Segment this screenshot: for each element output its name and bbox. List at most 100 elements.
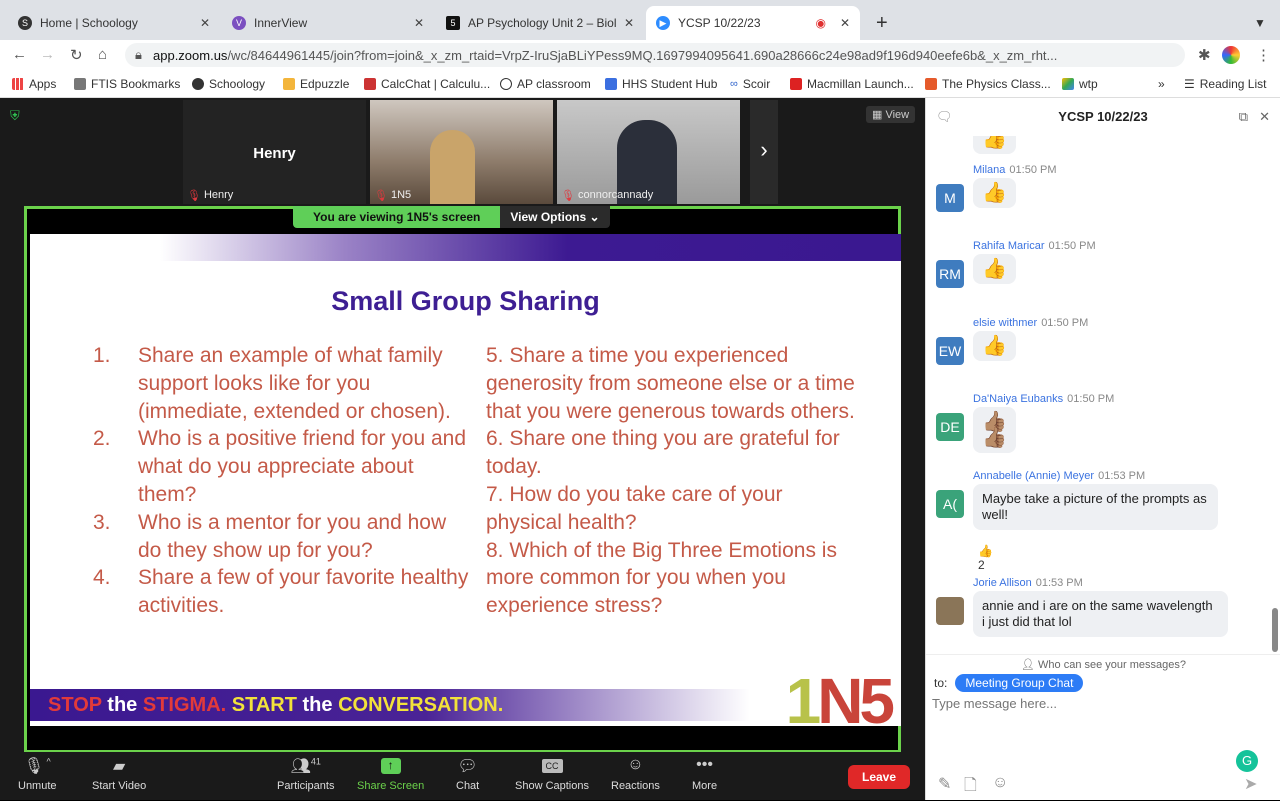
chat-bubbles-icon: 🗨︎ — [936, 109, 953, 124]
bookmark-edpuzzle[interactable]: Edpuzzle — [283, 77, 349, 91]
reactions-button[interactable]: ☺ Reactions — [611, 756, 660, 792]
folder-icon — [74, 78, 86, 90]
tab-innerview[interactable]: V InnerView ✕ — [222, 6, 434, 40]
share-banner: You are viewing 1N5's screen View Option… — [293, 206, 610, 228]
right-prompts: 5. Share a time you experienced generosi… — [486, 342, 858, 620]
participants-icon: 👥︎41 — [290, 756, 321, 775]
close-tab-icon[interactable]: ✕ — [414, 16, 424, 30]
physics-icon — [925, 78, 937, 90]
who-can-see-link[interactable]: 👤︎ Who can see your messages? — [926, 654, 1280, 671]
profile-avatar[interactable] — [1222, 46, 1240, 64]
prompt: 1. Share an example of what family suppor… — [93, 344, 451, 423]
start-video-button[interactable]: ▰ Start Video — [92, 756, 146, 792]
video-tile-connorcannady[interactable]: 🎙︎ connorcannady — [557, 100, 740, 204]
bookmark-wtp[interactable]: wtp — [1062, 77, 1098, 91]
next-page-arrow[interactable]: › — [750, 100, 778, 204]
chat-button[interactable]: 💬︎ Chat — [456, 756, 479, 792]
popout-icon[interactable]: ⧉ — [1239, 98, 1248, 136]
tab-schoology[interactable]: S Home | Schoology ✕ — [8, 6, 220, 40]
reading-list[interactable]: ☰ Reading List — [1184, 77, 1266, 91]
share-screen-button[interactable]: ↑ Share Screen — [357, 756, 424, 792]
bookmark-ap-classroom[interactable]: AP classroom — [500, 77, 591, 91]
chat-header: 🗨︎ YCSP 10/22/23 ⧉ ✕ — [926, 98, 1280, 136]
close-tab-icon[interactable]: ✕ — [624, 16, 634, 30]
back-icon[interactable]: ← — [12, 46, 27, 63]
recording-icon: ◉ — [815, 16, 826, 30]
innerview-icon: V — [232, 16, 246, 30]
close-tab-icon[interactable]: ✕ — [840, 16, 850, 30]
reactions-icon: ☺ — [627, 756, 644, 773]
left-prompts: 1. Share an example of what family suppor… — [30, 342, 470, 620]
home-icon[interactable]: ⌂ — [98, 46, 107, 63]
send-icon[interactable]: ➤ — [1244, 774, 1257, 794]
video-tile-1n5[interactable]: 🎙︎ 1N5 — [370, 100, 553, 204]
new-tab-button[interactable]: + — [866, 6, 898, 40]
avatar: DE — [936, 413, 964, 441]
message-bubble: 👍 — [973, 136, 1016, 154]
view-button[interactable]: ▦ View — [866, 106, 916, 123]
reload-icon[interactable]: ↻ — [70, 46, 83, 64]
viewing-label: You are viewing 1N5's screen — [293, 206, 501, 228]
show-captions-button[interactable]: CC Show Captions — [515, 756, 589, 792]
1n5-logo: 1N5 — [785, 665, 895, 726]
bookmark-macmillan[interactable]: Macmillan Launch... — [790, 77, 914, 91]
view-options-button[interactable]: View Options ⌄ — [500, 206, 610, 228]
chat-scrollbar[interactable] — [1272, 608, 1278, 652]
muted-mic-icon: 🎙︎ — [374, 190, 388, 202]
chat-messages: 👍 Milana 01:50 PM M 👍 Rahifa Maricar 01:50 P… — [926, 136, 1280, 654]
prompt: 5. Share a time you experienced generosi… — [486, 344, 855, 423]
close-icon[interactable]: ✕ — [1259, 98, 1270, 136]
unmute-button[interactable]: 🎙︎ ^ Unmute — [18, 756, 57, 792]
video-tile-henry[interactable]: Henry 🎙︎ Henry — [183, 100, 366, 204]
tab-search-icon[interactable]: ▼ — [1244, 6, 1276, 40]
lock-icon: 🔒︎ — [135, 47, 142, 62]
ap-icon: 5 — [446, 16, 460, 30]
bookmark-ftis[interactable]: FTIS Bookmarks — [74, 77, 180, 91]
avatar: A( — [936, 490, 964, 518]
slide-footer-banner: STOP the STIGMA. START the CONVERSATION. — [30, 689, 750, 721]
forward-icon[interactable]: → — [40, 46, 55, 63]
schoology-icon — [192, 78, 204, 90]
emoji-icon[interactable]: ☺ — [992, 774, 1008, 792]
slide-header-bar — [160, 234, 901, 261]
video-off-icon: ▰ — [112, 758, 126, 775]
bookmark-hhs[interactable]: HHS Student Hub — [605, 77, 717, 91]
reading-list-icon: ☰ — [1184, 77, 1195, 91]
leave-button[interactable]: Leave — [848, 765, 910, 789]
address-bar-row: ← → ↻ ⌂ 🔒︎ app.zoom.us/wc/84644961445/joi… — [0, 40, 1280, 70]
prompt: 6. Share one thing you are grateful for … — [486, 427, 840, 479]
format-icon[interactable]: ✎ — [938, 774, 951, 794]
shared-screen: You are viewing 1N5's screen View Option… — [24, 206, 901, 753]
more-bookmarks-icon[interactable]: » — [1158, 77, 1165, 91]
zoom-meeting-area: ⛨ Henry 🎙︎ Henry 🎙︎ 1N5 🎙︎ connorcannady › … — [0, 98, 925, 800]
meeting-toolbar: 🎙︎ ^ Unmute ▰ Start Video 👥︎41 Participants… — [0, 752, 925, 800]
security-shield-icon[interactable]: ⛨ — [10, 108, 20, 124]
reaction-count[interactable]: 👍2 — [978, 544, 993, 572]
prompt: 7. How do you take care of your physical… — [486, 482, 783, 534]
tab-ap-psychology[interactable]: 5AP Psychology Unit 2 – Biologi✕ — [436, 6, 644, 40]
bookmark-calcchat[interactable]: CalcChat | Calculu... — [364, 77, 490, 91]
schoology-icon: S — [18, 16, 32, 30]
macmillan-icon — [790, 78, 802, 90]
zoom-icon: ▶ — [656, 16, 670, 30]
message-bubble: 👍 — [973, 331, 1016, 361]
extensions-icon[interactable]: ✱ — [1198, 46, 1211, 64]
grammarly-icon[interactable]: G — [1236, 750, 1258, 772]
bookmark-schoology[interactable]: Schoology — [192, 77, 265, 91]
participants-button[interactable]: 👥︎41 Participants — [277, 756, 334, 792]
recipient-selector[interactable]: Meeting Group Chat — [955, 674, 1084, 692]
menu-icon[interactable]: ⋮ — [1256, 46, 1271, 64]
url-input[interactable]: 🔒︎ app.zoom.us/wc/84644961445/join?from=j… — [125, 43, 1185, 67]
close-tab-icon[interactable]: ✕ — [200, 16, 210, 30]
chat-message-input[interactable] — [932, 696, 1262, 711]
tab-ycsp[interactable]: ▶ YCSP 10/22/23 ◉ ✕ — [646, 6, 860, 40]
file-icon[interactable]: 🗋 — [964, 774, 977, 801]
bookmark-physics[interactable]: The Physics Class... — [925, 77, 1051, 91]
prompt: 8. Which of the Big Three Emotions is mo… — [486, 538, 837, 618]
avatar — [936, 597, 964, 625]
bookmark-apps[interactable]: Apps — [12, 77, 56, 91]
more-button[interactable]: ••• More — [692, 756, 717, 792]
message-bubble: 👍🏽👍🏽 — [973, 407, 1016, 453]
prompt: 2. Who is a positive friend for you and w… — [93, 427, 467, 506]
bookmark-scoir[interactable]: ∞ Scoir — [730, 77, 770, 91]
